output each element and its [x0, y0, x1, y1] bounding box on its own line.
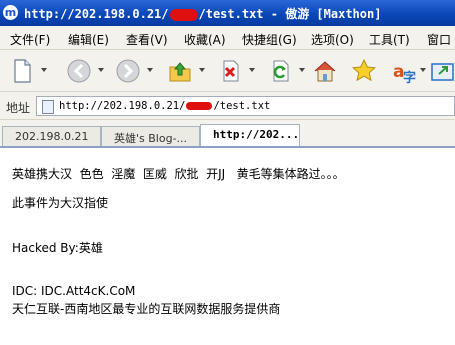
address-input[interactable]: http://202.198.0.21/ /test.txt	[36, 96, 455, 116]
translate-button[interactable]: a 字	[390, 57, 418, 86]
new-page-icon	[14, 59, 31, 83]
up-folder-dropdown[interactable]	[199, 68, 205, 72]
tab-blog[interactable]: 英雄's Blog-...	[101, 126, 200, 146]
maxthon-logo-icon: m	[3, 5, 18, 20]
redaction-mark	[169, 8, 198, 21]
toolbar: a 字	[0, 50, 455, 92]
new-page-dropdown[interactable]	[41, 68, 47, 72]
tab-test-txt[interactable]: http://202...	[200, 124, 300, 146]
window-title-prefix: http://202.198.0.21/	[24, 7, 169, 21]
svg-text:字: 字	[403, 70, 416, 85]
address-bar: 地址 http://202.198.0.21/ /test.txt	[0, 92, 455, 120]
new-page-button[interactable]	[8, 57, 36, 85]
window-title: http://202.198.0.21/ /test.txt - 傲游 [Maxt…	[24, 5, 381, 22]
translate-dropdown[interactable]	[420, 68, 426, 72]
tab-bar: 202.198.0.21 英雄's Blog-... http://202...	[0, 120, 455, 148]
up-folder-button[interactable]	[166, 57, 194, 85]
menu-quickgroup[interactable]: 快捷组(G)	[242, 31, 297, 48]
address-url-prefix: http://202.198.0.21/	[59, 100, 186, 112]
window-title-suffix: /test.txt - 傲游 [Maxthon]	[198, 7, 382, 21]
address-url: http://202.198.0.21/ /test.txt	[59, 100, 270, 112]
content-line: 英雄携大汉 色色 淫魔 匡威 欣批 开JJ 黄毛等集体路过。。。	[12, 167, 345, 181]
back-dropdown[interactable]	[98, 68, 104, 72]
star-icon	[352, 58, 376, 82]
home-icon	[314, 61, 336, 82]
forward-arrow-icon	[116, 59, 140, 83]
redaction-mark	[186, 102, 213, 110]
stop-dropdown[interactable]	[249, 68, 255, 72]
content-line: 此事件为大汉指使	[12, 196, 109, 210]
refresh-dropdown[interactable]	[299, 68, 305, 72]
external-window-button[interactable]	[429, 57, 455, 85]
content-line: Hacked By:英雄	[12, 241, 103, 255]
menu-window[interactable]: 窗口	[427, 31, 451, 48]
home-button[interactable]	[311, 57, 339, 85]
refresh-icon	[273, 60, 289, 82]
refresh-button[interactable]	[266, 57, 294, 85]
content-line: IDC: IDC.Att4cK.CoM	[12, 284, 136, 298]
page-content: 英雄携大汉 色色 淫魔 匡威 欣批 开JJ 黄毛等集体路过。。。 此事件为大汉指…	[0, 148, 455, 345]
menu-file[interactable]: 文件(F)	[10, 31, 50, 48]
menu-view[interactable]: 查看(V)	[126, 31, 168, 48]
content-line: 天仁互联-西南地区最专业的互联网数据服务提供商	[12, 302, 281, 316]
stop-button[interactable]	[216, 57, 244, 85]
menu-options[interactable]: 选项(O)	[311, 31, 354, 48]
address-url-suffix: /test.txt	[213, 100, 271, 112]
menu-edit[interactable]: 编辑(E)	[68, 31, 109, 48]
forward-button[interactable]	[114, 57, 142, 85]
translate-icon: a 字	[393, 62, 416, 86]
menu-favorites[interactable]: 收藏(A)	[184, 31, 226, 48]
tab-202-198-0-21[interactable]: 202.198.0.21	[2, 126, 101, 146]
address-label: 地址	[6, 101, 31, 115]
title-bar: m http://202.198.0.21/ /test.txt - 傲游 [Ma…	[0, 0, 455, 26]
back-arrow-icon	[67, 59, 91, 83]
stop-icon	[223, 60, 239, 82]
forward-dropdown[interactable]	[147, 68, 153, 72]
back-button[interactable]	[65, 57, 93, 85]
menu-bar: 文件(F) 编辑(E) 查看(V) 收藏(A) 快捷组(G) 选项(O) 工具(…	[0, 26, 455, 50]
up-folder-icon	[169, 62, 191, 82]
menu-tools[interactable]: 工具(T)	[369, 31, 410, 48]
page-icon	[42, 100, 54, 114]
favorites-button[interactable]	[350, 57, 378, 85]
external-window-icon	[431, 63, 454, 81]
